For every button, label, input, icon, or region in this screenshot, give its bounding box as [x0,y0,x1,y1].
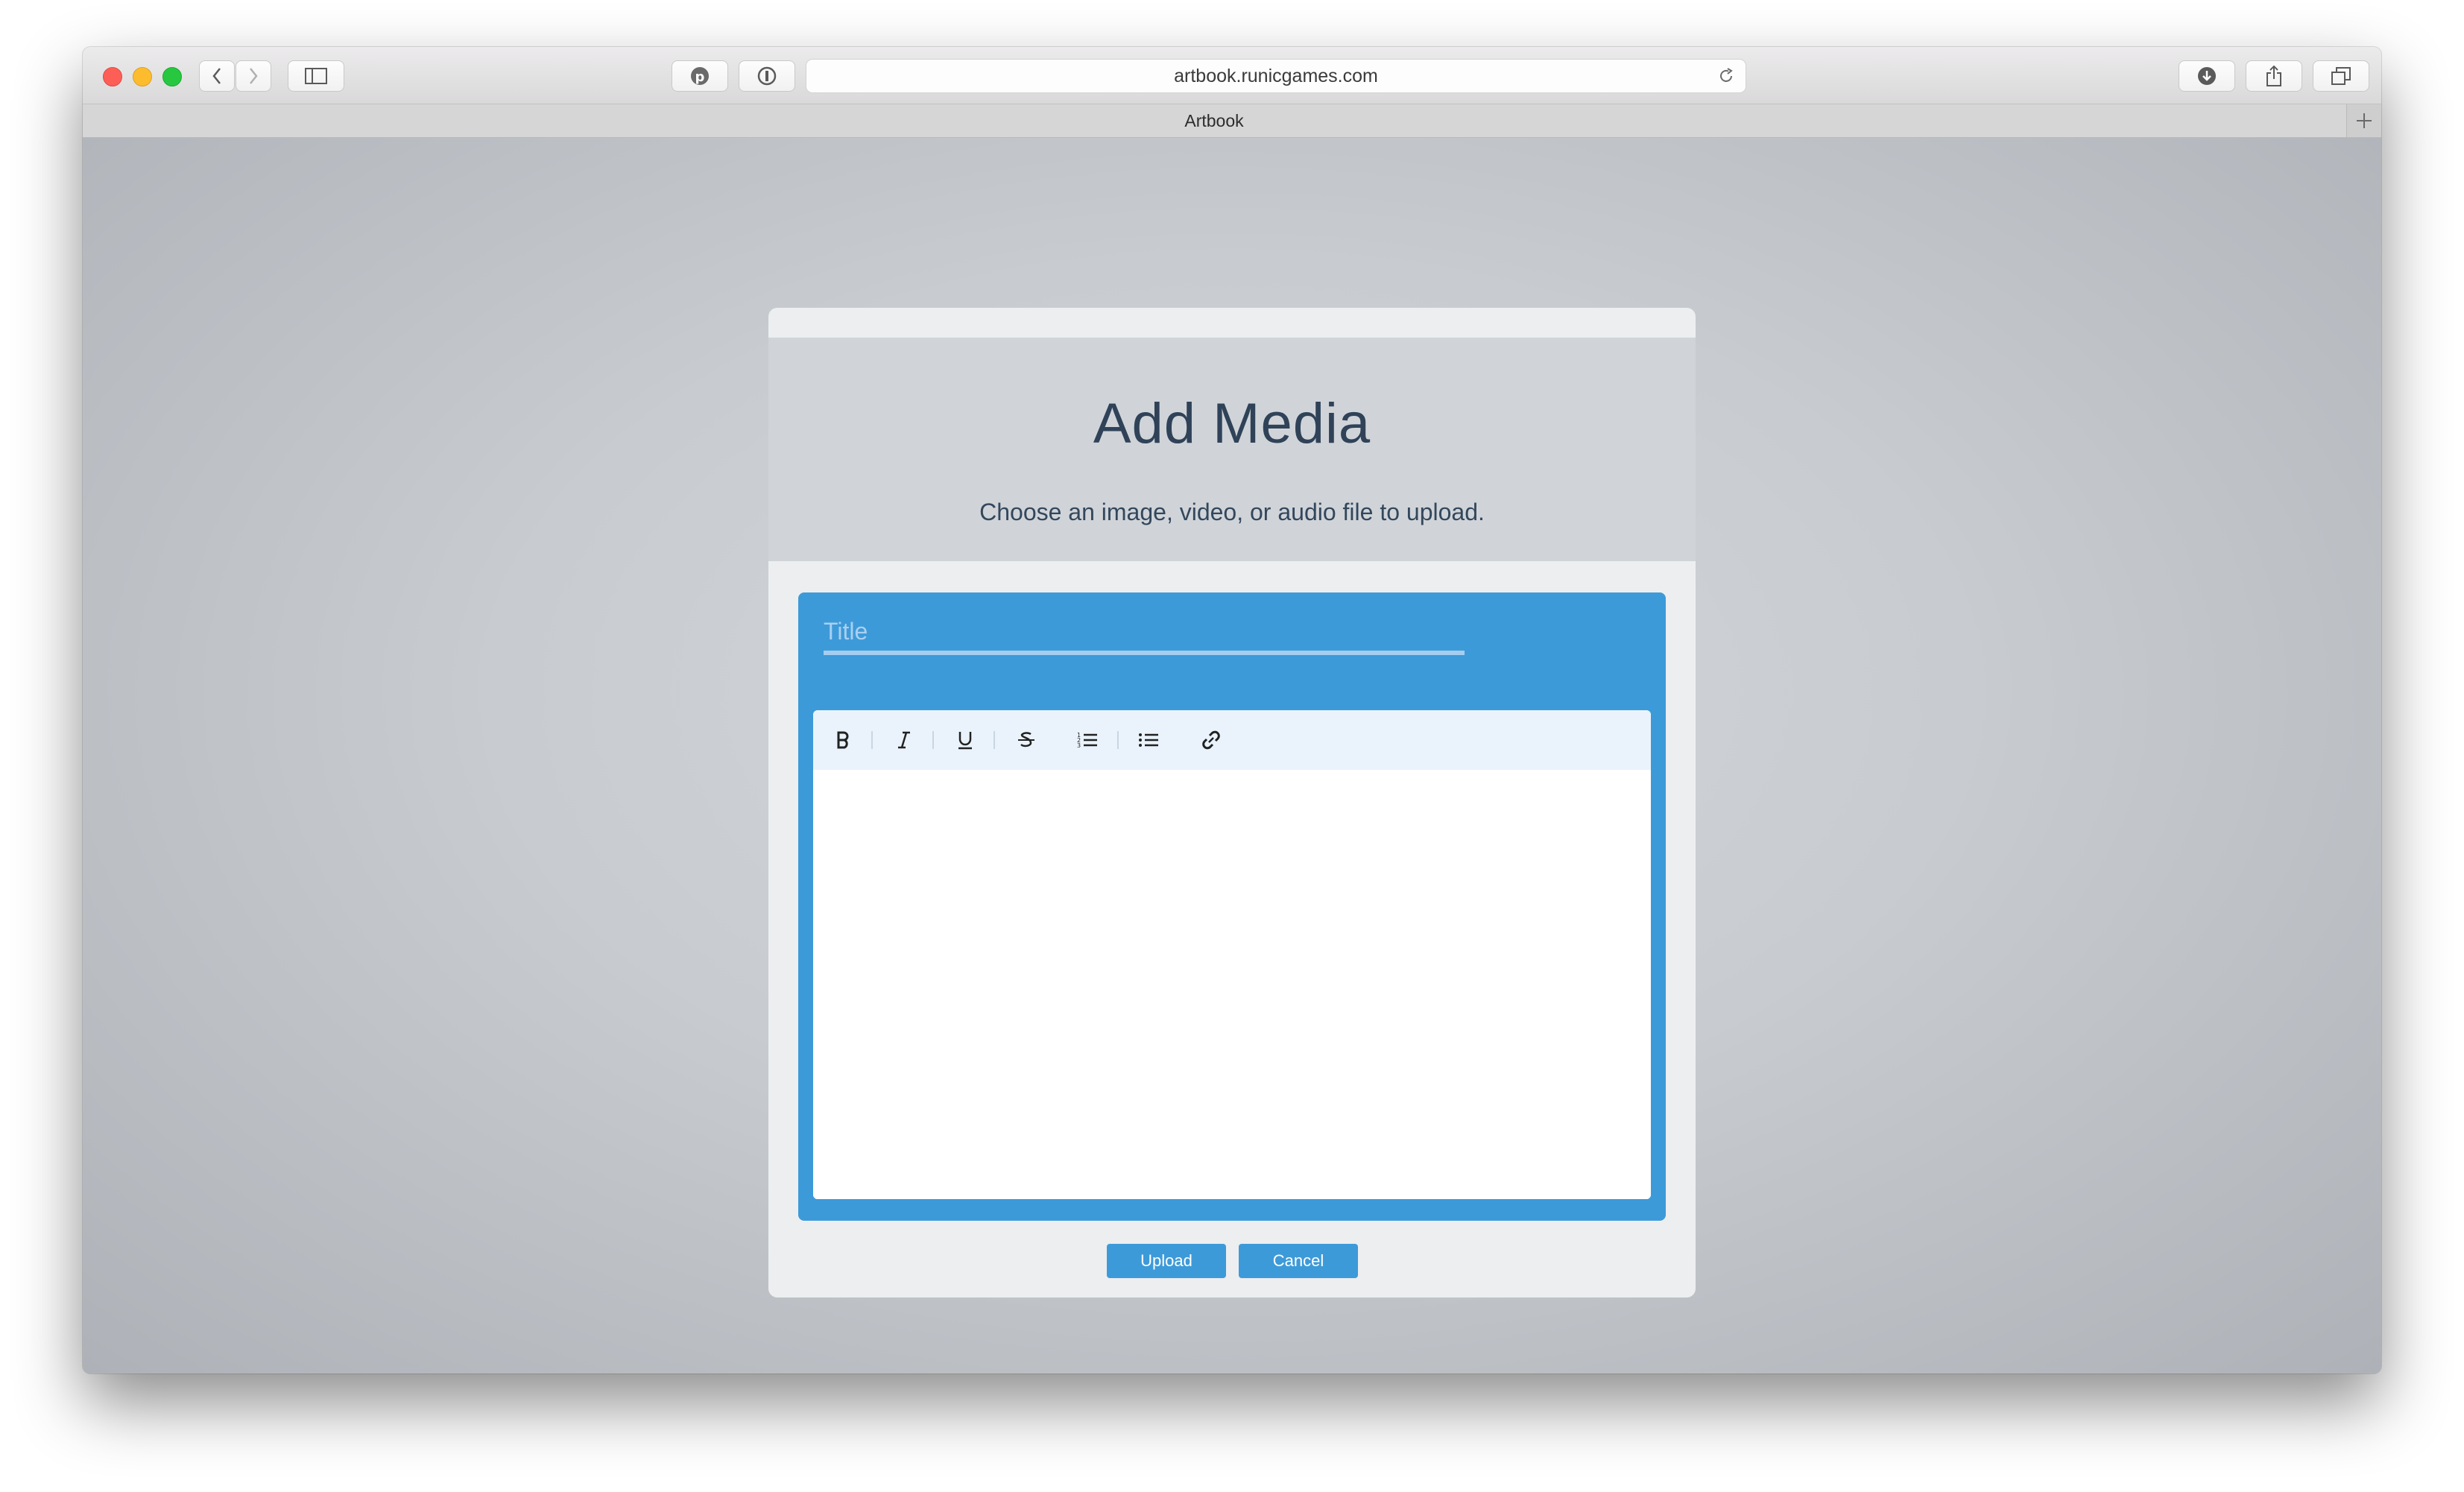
bold-icon [837,731,849,749]
upload-button[interactable]: Upload [1107,1244,1226,1278]
tab-overview-button[interactable] [2313,60,2369,92]
password-extension-button[interactable] [739,60,795,92]
chevron-right-icon [250,68,258,84]
unordered-list-icon [1139,733,1158,747]
toolbar-divider [932,731,934,749]
add-media-modal: Add Media Choose an image, video, or aud… [768,308,1696,1297]
link-icon [1202,730,1220,750]
pinterest-extension-button[interactable]: p [672,60,728,92]
sidebar-toggle-button[interactable] [288,60,344,92]
ordered-list-button[interactable]: 123 [1071,724,1104,756]
tab-bar: Artbook [83,104,2381,138]
underline-icon [958,732,972,750]
close-window-button[interactable] [103,67,122,86]
page-viewport: Add Media Choose an image, video, or aud… [83,138,2381,1374]
editor-text-area[interactable] [813,770,1651,1199]
download-icon [2198,67,2216,85]
strikethrough-icon [1018,732,1034,747]
back-button[interactable] [199,60,235,92]
address-bar[interactable]: artbook.runicgames.com [806,59,1746,93]
strikethrough-button[interactable] [1010,724,1043,756]
italic-button[interactable] [888,724,920,756]
title-input[interactable] [824,612,1465,655]
modal-subtitle: Choose an image, video, or audio file to… [979,499,1485,525]
browser-toolbar: p artbook.runicgames.com [83,47,2381,104]
zoom-window-button[interactable] [162,67,182,86]
tabs-icon [2331,67,2351,85]
share-icon [2266,65,2281,86]
svg-text:p: p [695,69,705,85]
italic-icon [898,731,910,749]
link-button[interactable] [1195,724,1228,756]
ordered-list-icon: 123 [1077,732,1097,749]
underline-button[interactable] [949,724,982,756]
media-form-panel: 123 [798,592,1666,1221]
editor-toolbar: 123 [813,710,1651,770]
toolbar-divider [994,731,995,749]
modal-title: Add Media [1093,392,1371,455]
forward-button[interactable] [236,60,271,92]
new-tab-button[interactable] [2346,104,2381,137]
modal-header: Add Media Choose an image, video, or aud… [768,338,1696,561]
bold-button[interactable] [827,724,859,756]
cancel-button[interactable]: Cancel [1239,1244,1358,1278]
password-manager-icon [757,66,777,86]
toolbar-divider [871,731,873,749]
url-text: artbook.runicgames.com [1174,66,1378,86]
minimize-window-button[interactable] [133,67,152,86]
reload-icon[interactable] [1717,67,1735,85]
pinterest-icon: p [691,67,709,85]
share-button[interactable] [2246,60,2302,92]
chevron-left-icon [212,68,221,84]
sidebar-icon [305,68,327,84]
plus-icon [2357,113,2372,128]
rich-text-editor: 123 [813,710,1651,1199]
tab-artbook[interactable]: Artbook [83,104,2345,137]
svg-text:3: 3 [1077,742,1081,749]
unordered-list-button[interactable] [1132,724,1165,756]
downloads-button[interactable] [2179,60,2235,92]
toolbar-divider [1117,731,1119,749]
browser-window: p artbook.runicgames.com Artbook Add Med… [83,47,2381,1374]
